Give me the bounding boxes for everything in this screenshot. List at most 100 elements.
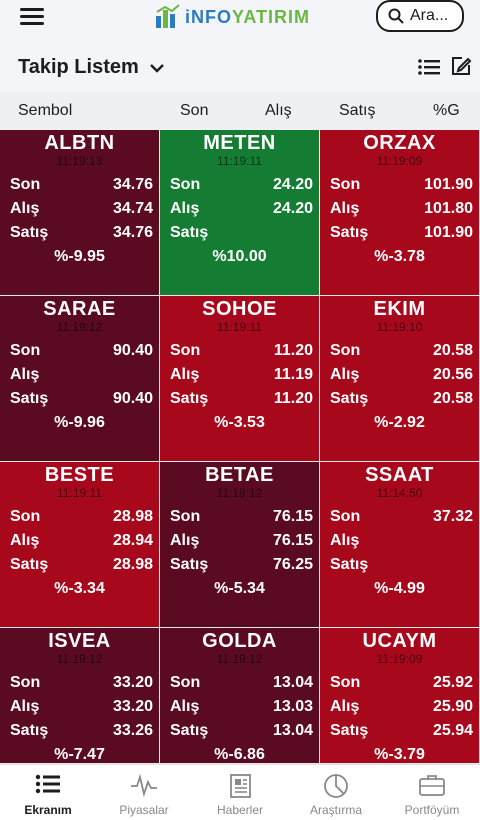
nav-label: Portföyüm [404,803,460,817]
col-change[interactable]: %G [433,102,460,120]
tile-label-bid: Alış [10,532,40,549]
stock-tile[interactable]: BESTE 11:19:11 Son 28.98 Alış 28.94 Satış 28.98… [0,462,160,628]
col-symbol[interactable]: Sembol [18,102,72,120]
tile-row-ask: Satış 101.90 [330,224,473,246]
tile-change: %-7.47 [54,746,105,763]
tile-symbol: ISVEA [48,630,111,652]
logo-bars-icon [156,4,180,28]
tile-value-last: 90.40 [112,342,153,359]
tile-row-last: Son 24.20 [170,176,313,198]
nav-arastirma[interactable]: Araştırma [288,765,384,820]
tile-row-last: Son 13.04 [170,674,313,696]
tile-row-bid: Alış 13.03 [170,698,313,720]
tile-symbol: GOLDA [202,630,277,652]
newspaper-icon [230,774,251,798]
stock-tile[interactable]: SOHOE 11:19:11 Son 11.20 Alış 11.19 Satış 11.20… [160,296,320,462]
hamburger-menu-icon[interactable] [20,8,44,28]
tile-value-bid: 25.90 [432,698,473,715]
logo-text-info: iNFO [185,6,232,27]
tile-time: 11:19:09 [376,154,423,168]
tile-row-ask: Satış 25.94 [330,722,473,744]
tile-value-ask: 28.98 [112,556,153,573]
tile-label-bid: Alış [170,200,200,217]
briefcase-icon [419,775,445,796]
tile-value-ask: 76.25 [272,556,313,573]
logo-text-yatirim: YATIRIM [232,6,311,27]
nav-portfoyum[interactable]: Portföyüm [384,765,480,820]
tile-row-last: Son 11.20 [170,342,313,364]
stock-tile[interactable]: BETAE 11:19:12 Son 76.15 Alış 76.15 Satış 76.25… [160,462,320,628]
tile-label-bid: Alış [170,698,200,715]
tile-row-ask: Satış 11.20 [170,390,313,412]
nav-piyasalar[interactable]: Piyasalar [96,765,192,820]
tile-value-ask: 90.40 [112,390,153,407]
stock-tile[interactable]: ALBTN 11:19:13 Son 34.76 Alış 34.74 Satış 34.76… [0,130,160,296]
tile-row-bid: Alış 28.94 [10,532,153,554]
tile-value-ask: 101.90 [424,224,473,241]
stock-tile[interactable]: ORZAX 11:19:09 Son 101.90 Alış 101.80 Satış 101… [320,130,480,296]
tile-value-ask: 13.04 [272,722,313,739]
tile-change: %-6.86 [214,746,265,763]
col-last[interactable]: Son [180,102,208,120]
watchlist-selector[interactable]: Takip Listem [18,56,165,79]
tile-label-last: Son [330,508,361,525]
tile-change: %-3.34 [54,580,105,597]
stock-tile[interactable]: SSAAT 11:14:50 Son 37.32 Alış Satış %-4.99 [320,462,480,628]
tile-value-bid: 24.20 [272,200,313,217]
tile-value-last: 28.98 [112,508,153,525]
stock-tile[interactable]: SARAE 11:19:12 Son 90.40 Alış Satış 90.40 %-9.9… [0,296,160,462]
tile-value-bid: 101.80 [424,200,473,217]
tile-label-last: Son [10,176,41,193]
tile-time: 11:14:50 [376,486,423,500]
tile-label-last: Son [10,508,41,525]
tile-row-ask: Satış 33.26 [10,722,153,744]
watchlist-header: Takip Listem [0,40,480,92]
tile-value-bid: 76.15 [272,532,313,549]
search-button[interactable]: Ara... [376,0,464,32]
tile-row-last: Son 20.58 [330,342,473,364]
chevron-down-icon [149,63,164,73]
tile-symbol: SOHOE [202,298,277,320]
nav-haberler[interactable]: Haberler [192,765,288,820]
tile-value-last: 24.20 [272,176,313,193]
tile-time: 11:19:12 [216,486,263,500]
tile-row-bid: Alış 33.20 [10,698,153,720]
tile-label-bid: Alış [10,200,40,217]
tile-label-ask: Satış [330,390,369,407]
tile-symbol: ALBTN [44,132,115,154]
tile-label-last: Son [170,342,201,359]
search-label: Ara... [410,7,449,24]
tile-label-ask: Satış [10,556,49,573]
nav-ekranim[interactable]: Ekranım [0,765,96,820]
tile-value-last: 25.92 [432,674,473,691]
tile-label-ask: Satış [170,556,209,573]
col-ask[interactable]: Satış [339,102,375,120]
nav-label: Ekranım [24,803,72,817]
stock-tile[interactable]: UCAYM 11:19:09 Son 25.92 Alış 25.90 Satış 25.94… [320,628,480,764]
tile-time: 11:19:13 [56,154,103,168]
tile-change: %-3.53 [214,414,265,431]
tile-row-last: Son 90.40 [10,342,153,364]
tile-row-last: Son 25.92 [330,674,473,696]
tile-value-bid: 34.74 [112,200,153,217]
tile-label-last: Son [170,176,201,193]
edit-icon[interactable] [450,55,472,77]
list-view-icon[interactable] [418,58,440,76]
tile-label-bid: Alış [170,366,200,383]
stock-tile[interactable]: ISVEA 11:19:12 Son 33.20 Alış 33.20 Satış 33.26… [0,628,160,764]
top-bar: iNFOYATIRIM Ara... [0,0,480,40]
tile-value-last: 20.58 [432,342,473,359]
tile-time: 11:19:11 [217,320,262,334]
stock-tile[interactable]: EKIM 11:19:10 Son 20.58 Alış 20.56 Satış 20.58%… [320,296,480,462]
stock-tile[interactable]: GOLDA 11:19:12 Son 13.04 Alış 13.03 Satış 13.04… [160,628,320,764]
tile-label-bid: Alış [330,532,360,549]
col-bid[interactable]: Alış [265,102,292,120]
tile-label-bid: Alış [330,366,360,383]
column-header: Sembol Son Alış Satış %G [0,92,480,130]
tile-label-last: Son [330,342,361,359]
stock-tile[interactable]: METEN 11:19:11 Son 24.20 Alış 24.20 Satış %10.0… [160,130,320,296]
tile-label-ask: Satış [170,390,209,407]
tile-value-bid: 13.03 [272,698,313,715]
tile-row-bid: Alış 101.80 [330,200,473,222]
tile-time: 11:19:10 [376,320,423,334]
